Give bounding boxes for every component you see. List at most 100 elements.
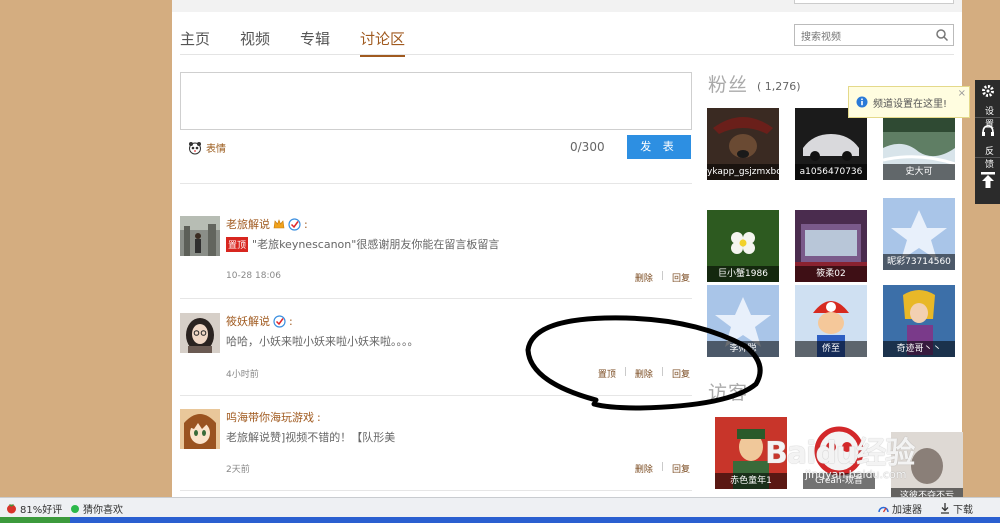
comment-author: 筱妖解说 : bbox=[226, 313, 293, 329]
comment-time: 2天前 bbox=[226, 465, 250, 475]
tooltip-text: 频道设置在这里! bbox=[873, 98, 948, 110]
fan-thumb[interactable]: 侨至 bbox=[795, 285, 867, 357]
guess-item[interactable]: 猜你喜欢 bbox=[70, 501, 123, 516]
download-icon bbox=[941, 503, 949, 514]
back-to-top-button[interactable] bbox=[975, 162, 1000, 200]
fan-name: 奇迹哥丶丶 bbox=[883, 341, 955, 357]
comment-text: 老旅解说赞]视频不错的！【队形美 bbox=[226, 429, 395, 445]
search-input[interactable] bbox=[795, 27, 925, 48]
avatar[interactable] bbox=[180, 313, 220, 353]
emoji-label: 表情 bbox=[206, 144, 226, 155]
tab-home[interactable]: 主页 bbox=[180, 28, 210, 57]
fans-title: 粉丝 bbox=[708, 74, 749, 96]
fan-thumb[interactable]: a1056470736 bbox=[795, 108, 867, 180]
fan-thumb[interactable]: 巨小蟹1986 bbox=[707, 210, 779, 282]
char-counter: 0/300 bbox=[570, 140, 605, 154]
watermark-logo-text: Baidu经验 bbox=[765, 436, 915, 471]
channel-page: 主页 视频 专辑 讨论区 表情 0/300 发 表 bbox=[172, 0, 963, 504]
comment-time: 10-28 18:06 bbox=[226, 271, 281, 281]
close-icon[interactable]: × bbox=[958, 88, 966, 99]
fan-name: 筱柔02 bbox=[795, 266, 867, 282]
tab-albums[interactable]: 专辑 bbox=[300, 28, 330, 57]
speedometer-icon bbox=[878, 506, 889, 513]
name-colon: : bbox=[317, 410, 321, 424]
reply-link[interactable]: 回复 bbox=[672, 271, 690, 284]
verified-icon bbox=[273, 314, 286, 328]
visitor-name: 赤色童年1 bbox=[715, 473, 787, 489]
feedback-button[interactable]: 反馈 bbox=[975, 120, 1000, 170]
back-to-top-icon bbox=[981, 172, 995, 188]
fan-thumb[interactable]: 奇迹哥丶丶 bbox=[883, 285, 955, 357]
divider bbox=[180, 490, 692, 491]
fan-name: 侨至 bbox=[795, 341, 867, 357]
post-button[interactable]: 发 表 bbox=[627, 135, 691, 159]
comment-item: 老旅解说 : 置顶 "老旅keynescanon"很感谢朋友你能在留言板留言 1… bbox=[180, 216, 692, 286]
name-colon: : bbox=[289, 314, 293, 328]
fan-name: 昵彩73714560 bbox=[883, 254, 955, 270]
os-taskbar bbox=[0, 517, 1000, 523]
info-icon bbox=[856, 96, 868, 108]
comment-author: 老旅解说 : bbox=[226, 216, 308, 232]
accelerator-item[interactable]: 加速器 bbox=[878, 501, 922, 516]
panda-emoji-icon bbox=[189, 141, 201, 154]
tab-videos[interactable]: 视频 bbox=[240, 28, 270, 57]
avatar[interactable] bbox=[180, 409, 220, 449]
comment-body: "老旅keynescanon"很感谢朋友你能在留言板留言 bbox=[252, 238, 500, 251]
fan-thumb[interactable]: ykapp_gsjzmxbc bbox=[707, 108, 779, 180]
rating-text: 81%好评 bbox=[20, 505, 63, 516]
comment-author: 呜海带你海玩游戏 : bbox=[226, 409, 321, 425]
divider bbox=[180, 298, 692, 299]
fan-name: 史大可 bbox=[883, 164, 955, 180]
comment-body: 哈哈，小妖来啦小妖来啦小妖来啦。。。。 bbox=[226, 335, 419, 348]
name-colon: : bbox=[304, 217, 308, 231]
header-input-edge bbox=[794, 0, 954, 4]
headset-icon bbox=[982, 125, 994, 136]
fan-thumb[interactable]: 昵彩73714560 bbox=[883, 198, 955, 270]
download-item[interactable]: 下载 bbox=[940, 501, 973, 516]
side-toolbar: 设置 反馈 bbox=[975, 80, 1000, 204]
search-box bbox=[794, 24, 954, 48]
author-name[interactable]: 呜海带你海玩游戏 bbox=[226, 409, 314, 425]
fan-name: a1056470736 bbox=[795, 164, 867, 180]
start-button[interactable] bbox=[0, 517, 70, 523]
gear-icon bbox=[982, 85, 994, 97]
download-text: 下载 bbox=[953, 505, 973, 516]
watermark-url: jingyan.baidu.com bbox=[805, 468, 907, 481]
comment-body: 老旅解说赞]视频不错的！【队形美 bbox=[226, 431, 396, 444]
fan-name: ykapp_gsjzmxbc bbox=[707, 164, 779, 180]
delete-link[interactable]: 删除 bbox=[635, 271, 653, 284]
reply-link[interactable]: 回复 bbox=[672, 462, 690, 475]
fans-count: ( 1,276) bbox=[757, 80, 801, 93]
channel-tabs: 主页 视频 专辑 讨论区 bbox=[180, 28, 435, 57]
fan-thumb[interactable]: 筱柔02 bbox=[795, 210, 867, 282]
avatar[interactable] bbox=[180, 216, 220, 256]
annotation-ellipse bbox=[525, 315, 763, 411]
author-name[interactable]: 筱妖解说 bbox=[226, 313, 270, 329]
pinned-badge: 置顶 bbox=[226, 236, 249, 252]
tomato-icon bbox=[7, 504, 16, 514]
guess-text: 猜你喜欢 bbox=[83, 505, 123, 516]
crown-icon bbox=[273, 219, 285, 229]
fan-name: 巨小蟹1986 bbox=[707, 266, 779, 282]
settings-button[interactable]: 设置 bbox=[975, 80, 1000, 130]
delete-link[interactable]: 删除 bbox=[635, 462, 653, 475]
tab-discussion[interactable]: 讨论区 bbox=[360, 28, 406, 57]
search-icon[interactable] bbox=[935, 28, 949, 42]
comment-actions: 删除 | 回复 bbox=[635, 271, 690, 284]
comment-item: 呜海带你海玩游戏 : 老旅解说赞]视频不错的！【队形美 2天前 删除 | 回复 bbox=[180, 409, 692, 479]
comment-textarea[interactable] bbox=[180, 72, 692, 130]
fan-thumb[interactable]: 史大可 bbox=[883, 108, 955, 180]
accelerator-text: 加速器 bbox=[892, 505, 922, 516]
rating-item[interactable]: 81%好评 bbox=[6, 501, 62, 516]
channel-settings-tooltip: 频道设置在这里! × bbox=[848, 86, 970, 118]
comment-actions: 删除 | 回复 bbox=[635, 462, 690, 475]
separator: | bbox=[660, 462, 664, 472]
separator: | bbox=[660, 271, 664, 281]
comment-text: 哈哈，小妖来啦小妖来啦小妖来啦。。。。 bbox=[226, 333, 419, 349]
comment-time: 4小时前 bbox=[226, 370, 259, 380]
tabs-divider bbox=[180, 54, 954, 55]
green-dot-icon bbox=[71, 504, 79, 513]
browser-statusbar: 81%好评 猜你喜欢 加速器 下载 bbox=[0, 497, 1000, 517]
emoji-button[interactable]: 表情 bbox=[188, 140, 226, 155]
author-name[interactable]: 老旅解说 bbox=[226, 216, 270, 232]
